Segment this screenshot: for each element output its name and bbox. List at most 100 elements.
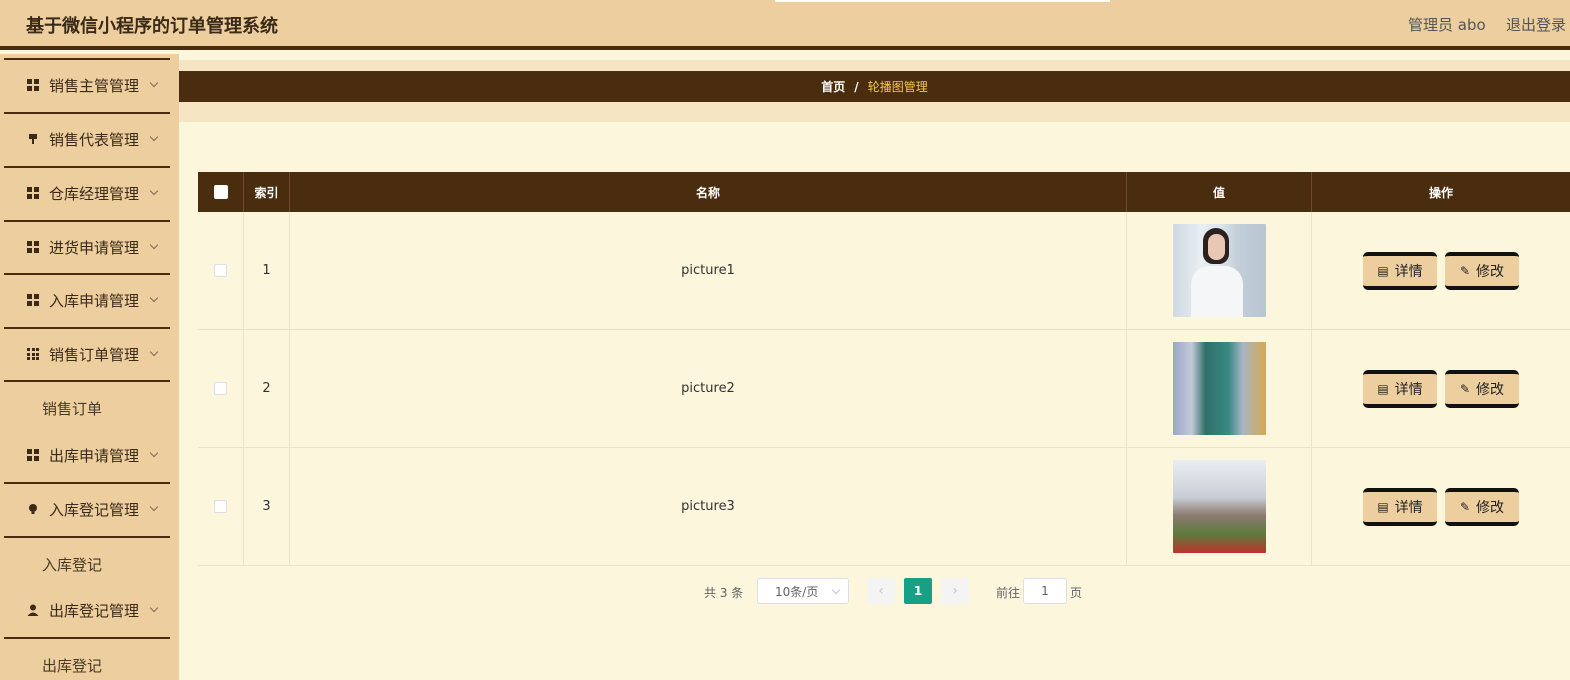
goto-unit: 页 xyxy=(1070,586,1083,600)
chevron-down-icon xyxy=(149,240,159,250)
sidebar-item-warehouse-manager[interactable]: 仓库经理管理 xyxy=(4,166,170,218)
edit-button-label: 修改 xyxy=(1476,263,1505,280)
table-row: 1 picture1 ▤ 详情 ✎ 修改 xyxy=(198,212,1570,330)
row-checkbox-cell xyxy=(198,212,244,329)
pagination: 共 3 条 10条/页 ‹ 1 › 前往 页 xyxy=(179,578,1570,604)
goto-label: 前往 xyxy=(996,586,1021,600)
select-all-checkbox[interactable] xyxy=(213,185,228,199)
row-index: 1 xyxy=(244,212,290,329)
sidebar-item-inbound-register[interactable]: 入库登记管理 xyxy=(4,482,170,534)
row-checkbox[interactable] xyxy=(214,264,227,277)
sidebar-item-label: 出库登记管理 xyxy=(49,601,140,620)
chevron-down-icon xyxy=(149,186,159,196)
top-header: 基于微信小程序的订单管理系统 管理员 abo 退出登录 xyxy=(0,0,1570,50)
header-name: 名称 xyxy=(290,172,1127,212)
sidebar-item-label: 销售主管管理 xyxy=(49,76,140,95)
header-value: 值 xyxy=(1127,172,1312,212)
breadcrumb-home[interactable]: 首页 xyxy=(821,78,845,95)
detail-button[interactable]: ▤ 详情 xyxy=(1363,369,1437,408)
row-checkbox[interactable] xyxy=(214,500,227,513)
edit-button[interactable]: ✎ 修改 xyxy=(1445,487,1519,526)
main-content: 首页 / 轮播图管理 索引 名称 值 操作 1 picture1 ▤ 详情 ✎ … xyxy=(179,54,1570,680)
goto-page-input[interactable] xyxy=(1023,578,1067,604)
detail-button-label: 详情 xyxy=(1394,263,1423,280)
document-icon: ▤ xyxy=(1377,381,1389,396)
row-name: picture1 xyxy=(290,212,1127,329)
user-icon xyxy=(27,604,39,616)
table-row: 2 picture2 ▤ 详情 ✎ 修改 xyxy=(198,330,1570,448)
sidebar-item-label: 进货申请管理 xyxy=(49,238,140,257)
row-checkbox-cell xyxy=(198,330,244,447)
grid-icon xyxy=(27,449,39,461)
data-table: 索引 名称 值 操作 1 picture1 ▤ 详情 ✎ 修改 2 pictur… xyxy=(198,172,1570,566)
row-index: 3 xyxy=(244,448,290,565)
pagination-total: 共 3 条 xyxy=(704,586,744,600)
next-page-button[interactable]: › xyxy=(941,578,969,604)
row-ops-cell: ▤ 详情 ✎ 修改 xyxy=(1312,330,1570,447)
detail-button[interactable]: ▤ 详情 xyxy=(1363,487,1437,526)
chevron-down-icon xyxy=(149,293,159,303)
sidebar-subitem-outbound-register[interactable]: 出库登记 xyxy=(42,655,102,676)
chevron-down-icon xyxy=(149,132,159,142)
row-ops-cell: ▤ 详情 ✎ 修改 xyxy=(1312,448,1570,565)
row-checkbox-cell xyxy=(198,448,244,565)
grid-icon xyxy=(27,187,39,199)
edit-button-label: 修改 xyxy=(1476,499,1505,516)
prev-page-button[interactable]: ‹ xyxy=(867,578,895,604)
sidebar-item-label: 入库申请管理 xyxy=(49,291,140,310)
picture-thumbnail xyxy=(1172,224,1266,317)
edit-button[interactable]: ✎ 修改 xyxy=(1445,251,1519,290)
chevron-right-icon: › xyxy=(952,583,958,599)
row-name: picture2 xyxy=(290,330,1127,447)
pin-icon xyxy=(27,133,39,145)
sidebar-item-sales-manager[interactable]: 销售主管管理 xyxy=(4,58,170,110)
row-name: picture3 xyxy=(290,448,1127,565)
chevron-down-icon xyxy=(149,603,159,613)
grid-icon xyxy=(27,79,39,91)
sidebar-divider xyxy=(4,637,170,639)
page-size-select[interactable]: 10条/页 xyxy=(757,578,849,604)
sidebar-item-label: 销售订单管理 xyxy=(49,345,140,364)
sidebar-divider xyxy=(4,536,170,538)
sidebar-item-purchase-request[interactable]: 进货申请管理 xyxy=(4,220,170,272)
edit-button-label: 修改 xyxy=(1476,381,1505,398)
row-checkbox[interactable] xyxy=(214,382,227,395)
breadcrumb-current: 轮播图管理 xyxy=(867,80,928,94)
header-index: 索引 xyxy=(244,172,290,212)
row-value-cell xyxy=(1127,330,1312,447)
sidebar-item-label: 出库申请管理 xyxy=(49,446,140,465)
row-value-cell xyxy=(1127,448,1312,565)
sidebar-subitem-sales-order[interactable]: 销售订单 xyxy=(42,398,102,419)
row-index: 2 xyxy=(244,330,290,447)
row-ops-cell: ▤ 详情 ✎ 修改 xyxy=(1312,212,1570,329)
sidebar-item-outbound-register[interactable]: 出库登记管理 xyxy=(4,584,170,636)
detail-button-label: 详情 xyxy=(1394,499,1423,516)
header-ops: 操作 xyxy=(1428,185,1453,200)
grid-icon xyxy=(27,294,39,306)
chevron-down-icon xyxy=(149,502,159,512)
sidebar-item-outbound-request[interactable]: 出库申请管理 xyxy=(4,429,170,481)
app-title: 基于微信小程序的订单管理系统 xyxy=(26,16,278,37)
bulb-icon xyxy=(27,503,39,515)
pencil-icon: ✎ xyxy=(1459,499,1471,514)
picture-thumbnail xyxy=(1172,342,1266,435)
sidebar-subitem-inbound-register[interactable]: 入库登记 xyxy=(42,554,102,575)
sidebar-item-sales-rep[interactable]: 销售代表管理 xyxy=(4,112,170,164)
detail-button[interactable]: ▤ 详情 xyxy=(1363,251,1437,290)
sidebar-item-inbound-request[interactable]: 入库申请管理 xyxy=(4,273,170,325)
pencil-icon: ✎ xyxy=(1459,381,1471,396)
edit-button[interactable]: ✎ 修改 xyxy=(1445,369,1519,408)
logout-link[interactable]: 退出登录 xyxy=(1506,14,1566,35)
detail-button-label: 详情 xyxy=(1394,381,1423,398)
apps-icon xyxy=(27,348,39,360)
grid-icon xyxy=(27,241,39,253)
chevron-left-icon: ‹ xyxy=(878,583,884,599)
table-header: 索引 名称 值 操作 xyxy=(198,172,1570,212)
row-value-cell xyxy=(1127,212,1312,329)
sidebar-item-sales-order[interactable]: 销售订单管理 xyxy=(4,327,170,379)
chevron-down-icon xyxy=(149,347,159,357)
breadcrumb-separator: / xyxy=(854,79,859,94)
top-strip xyxy=(775,0,1110,2)
page-number-button[interactable]: 1 xyxy=(904,578,932,604)
sidebar: 销售主管管理 销售代表管理 仓库经理管理 进货申请管理 入库申请管理 销售订单管… xyxy=(0,54,179,680)
